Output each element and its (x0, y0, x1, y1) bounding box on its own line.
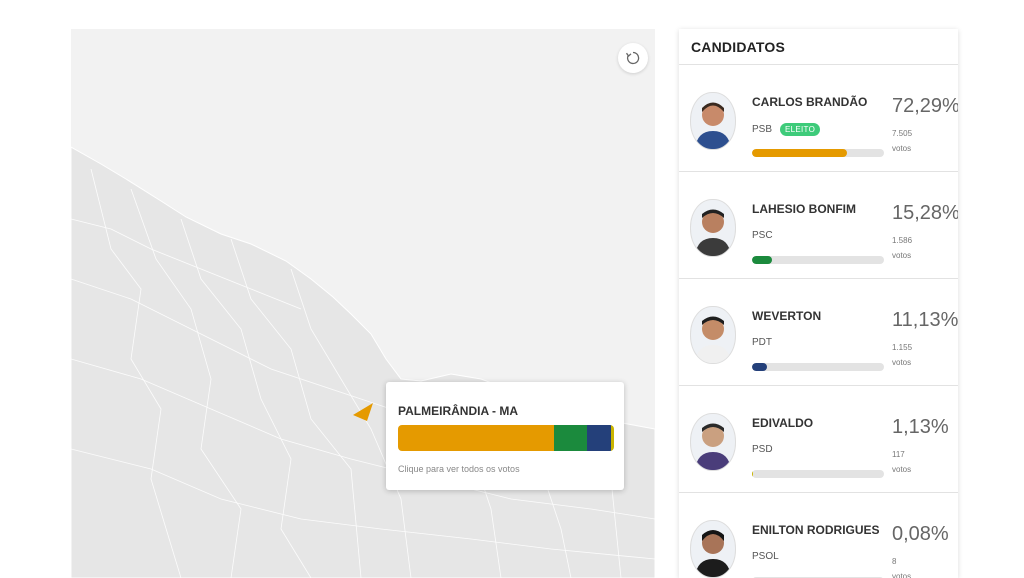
panel-title: CANDIDATOS (691, 38, 786, 55)
candidate-vote-bar-fill (752, 363, 767, 371)
tooltip-bar-segment (587, 425, 612, 451)
candidate-card[interactable]: LAHESIO BONFIM PSC 15,28% 1.586 votos (679, 172, 958, 279)
candidate-avatar (690, 92, 736, 150)
candidate-votes-label: votos (892, 251, 912, 260)
candidate-vote-bar (752, 363, 884, 371)
candidate-name: CARLOS BRANDÃO (752, 95, 868, 109)
candidate-vote-bar-fill (752, 256, 773, 264)
panel-header: CANDIDATOS (679, 29, 958, 65)
candidate-percent: 11,13% (892, 309, 958, 331)
candidate-card[interactable]: ENILTON RODRIGUES PSOL 0,08% 8 votos (679, 493, 958, 578)
candidate-votes-count: 117 (892, 450, 905, 459)
candidate-votes: 7.505 votos (892, 126, 912, 156)
tooltip-title: PALMEIRÂNDIA - MA (398, 404, 518, 418)
candidate-name: EDIVALDO (752, 416, 814, 430)
candidate-party-row: PSB ELEITO (752, 123, 821, 136)
candidate-votes-label: votos (892, 358, 912, 367)
reset-icon (625, 51, 640, 65)
candidate-avatar (690, 306, 736, 364)
candidate-card[interactable]: CARLOS BRANDÃO PSB ELEITO 72,29% 7.505 v… (679, 65, 958, 172)
candidate-votes-count: 1.586 (892, 236, 913, 245)
tooltip-vote-bar (398, 425, 614, 451)
tooltip-bar-segment (611, 425, 614, 451)
candidate-votes-label: votos (892, 572, 912, 578)
candidate-votes-count: 8 (892, 557, 897, 566)
candidate-avatar (690, 520, 736, 578)
tooltip-bar-segment (554, 425, 588, 451)
candidate-party-row: PSOL (752, 551, 779, 562)
candidate-name: LAHESIO BONFIM (752, 202, 856, 216)
tooltip-hint: Clique para ver todos os votos (398, 464, 520, 474)
candidate-percent: 15,28% (892, 202, 958, 224)
municipality-tooltip[interactable]: PALMEIRÂNDIA - MA Clique para ver todos … (386, 382, 624, 490)
candidate-votes: 8 votos (892, 554, 911, 578)
candidate-votes: 117 votos (892, 447, 911, 477)
candidate-votes-label: votos (892, 465, 912, 474)
candidate-party-row: PSD (752, 444, 773, 455)
candidate-party: PSOL (752, 551, 779, 562)
map-municipalities[interactable] (71, 29, 655, 578)
candidate-votes-label: votos (892, 144, 912, 153)
candidate-party-row: PDT (752, 337, 772, 348)
candidate-vote-bar-fill (752, 149, 848, 157)
candidate-votes: 1.586 votos (892, 233, 912, 263)
candidate-votes-count: 7.505 (892, 129, 913, 138)
candidate-card[interactable]: EDIVALDO PSD 1,13% 117 votos (679, 386, 958, 493)
candidate-percent: 72,29% (892, 95, 958, 117)
candidate-party: PSB (752, 124, 773, 135)
candidate-vote-bar (752, 256, 884, 264)
elected-badge: ELEITO (780, 123, 821, 136)
candidate-card[interactable]: WEVERTON PDT 11,13% 1.155 votos (679, 279, 958, 386)
candidate-vote-bar (752, 149, 884, 157)
candidate-party: PSC (752, 230, 773, 241)
candidate-votes-count: 1.155 (892, 343, 913, 352)
tooltip-bar-segment (398, 425, 555, 451)
election-map[interactable] (71, 29, 655, 578)
candidate-party-row: PSC (752, 230, 773, 241)
candidate-name: ENILTON RODRIGUES (752, 523, 880, 537)
candidate-avatar (690, 199, 736, 257)
candidate-vote-bar-fill (752, 470, 754, 478)
candidate-party: PSD (752, 444, 773, 455)
candidate-name: WEVERTON (752, 309, 822, 323)
candidates-panel: CANDIDATOS CARLOS BRANDÃO PSB ELEITO 72,… (679, 29, 958, 578)
reset-zoom-button[interactable] (618, 43, 648, 73)
candidate-votes: 1.155 votos (892, 340, 912, 370)
candidate-vote-bar (752, 470, 884, 478)
candidate-percent: 0,08% (892, 523, 949, 545)
candidate-percent: 1,13% (892, 416, 949, 438)
candidate-avatar (690, 413, 736, 471)
candidate-party: PDT (752, 337, 772, 348)
